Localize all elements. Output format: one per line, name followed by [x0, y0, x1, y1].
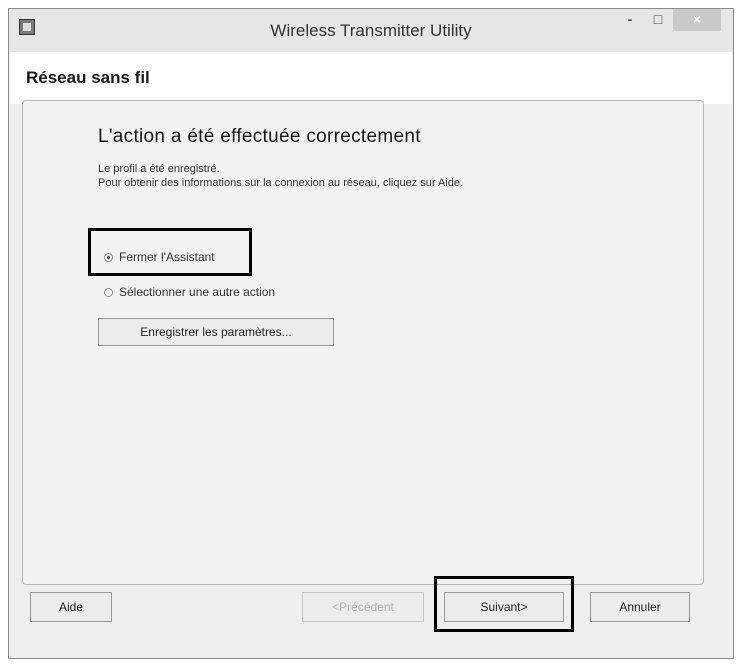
radio-other-action[interactable]: Sélectionner une autre action	[104, 285, 275, 299]
radio-label: Fermer l'Assistant	[119, 250, 215, 264]
cancel-button[interactable]: Annuler	[590, 592, 690, 622]
minimize-button[interactable]: -	[617, 9, 643, 31]
radio-unselected-icon	[104, 287, 113, 297]
radio-label: Sélectionner une autre action	[119, 285, 276, 299]
radio-close-wizard[interactable]: Fermer l'Assistant	[104, 250, 215, 264]
previous-button[interactable]: <Précédent	[302, 592, 424, 622]
help-button[interactable]: Aide	[30, 592, 112, 622]
description-line: Pour obtenir des informations sur la con…	[98, 177, 464, 189]
title-bar[interactable]: Wireless Transmitter Utility - □ ×	[9, 9, 733, 53]
next-button[interactable]: Suivant>	[444, 592, 564, 622]
result-headline: L'action a été effectuée correctement	[98, 126, 421, 147]
maximize-button[interactable]: □	[645, 9, 671, 31]
save-settings-button[interactable]: Enregistrer les paramètres...	[98, 318, 334, 346]
description-line: Le profil a été enregistré.	[98, 163, 220, 175]
result-description: Le profil a été enregistré. Pour obtenir…	[98, 162, 558, 190]
radio-selected-icon	[104, 252, 113, 262]
close-button[interactable]: ×	[673, 9, 721, 31]
section-title: Réseau sans fil	[26, 68, 150, 87]
